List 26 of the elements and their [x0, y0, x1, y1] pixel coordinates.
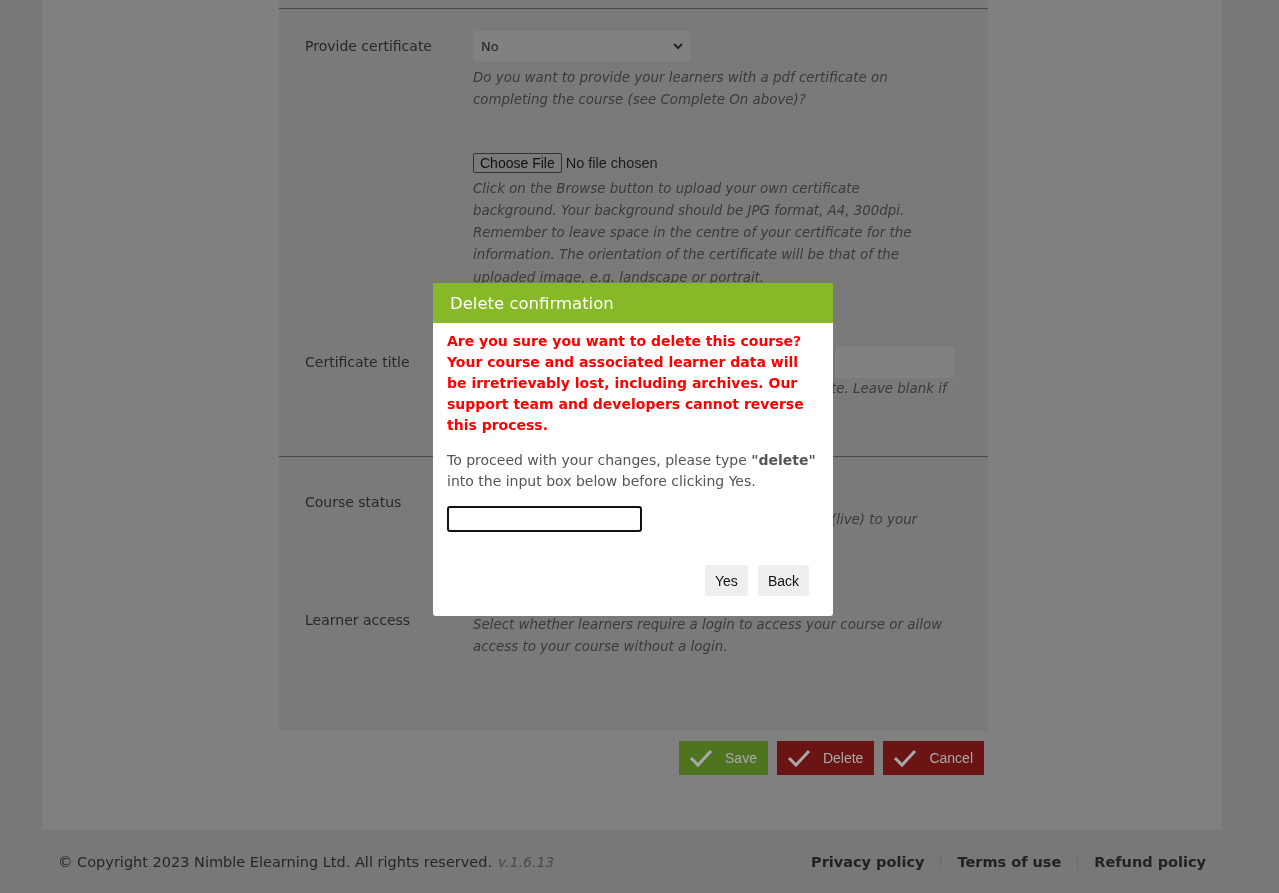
field-hint: Do you want to provide your learners with a pdf certificate on completing the course (see Complete On above)?	[473, 69, 889, 110]
footer-link[interactable]: Refund policy	[1077, 853, 1206, 870]
check-icon	[786, 748, 811, 768]
file-status: No file chosen	[565, 154, 658, 171]
yes-button[interactable]: Yes	[705, 565, 748, 596]
chevron-down-icon	[673, 42, 683, 50]
check-icon	[689, 748, 713, 768]
check-icon	[893, 748, 918, 768]
back-button[interactable]: Back	[757, 565, 809, 596]
save-button[interactable]: Save	[679, 741, 768, 775]
field-label: Course status	[305, 493, 402, 513]
field-hint: Select whether learners require a login to access your course or allow access to your course without a login.	[473, 615, 943, 656]
choose-file-button[interactable]: Choose File	[473, 152, 562, 173]
cancel-button[interactable]: Cancel	[883, 741, 984, 775]
delete-button[interactable]: Delete	[776, 741, 875, 775]
dialog-title: Delete confirmation	[433, 283, 833, 323]
footer-link[interactable]: Privacy policy	[795, 853, 941, 870]
instruction-text: To proceed with your changes, please type "delete" into the input box below before clicking Yes.	[447, 451, 817, 491]
confirm-input-field[interactable]	[447, 506, 642, 532]
warning-text: Are you sure you want to delete this course? Your course and associated learner data will be irretrievably lost, including archives. Our support team and developers cannot reverse this process.	[447, 332, 805, 435]
certificate-select[interactable]: No	[473, 31, 690, 61]
copyright-text: © Copyright 2023 Nimble Elearning Ltd. All rights reserved.	[58, 853, 493, 870]
footer-link[interactable]: Terms of use	[940, 853, 1078, 870]
field-label: Provide certificate	[305, 37, 432, 56]
field-label: Certificate title	[305, 353, 410, 373]
field-label: Learner access	[305, 610, 411, 630]
